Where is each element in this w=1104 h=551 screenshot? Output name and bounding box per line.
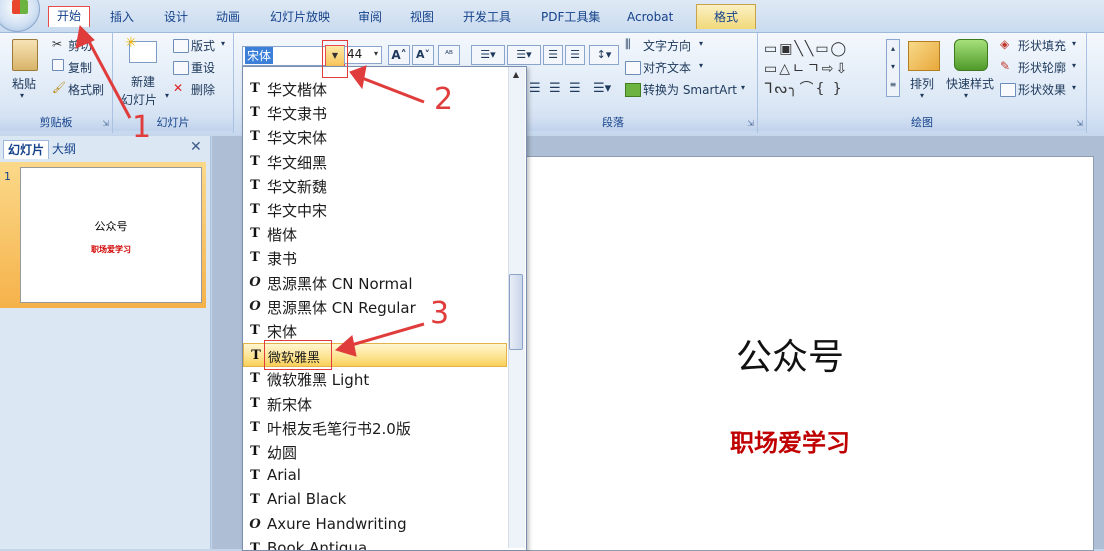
arrow-3-head: [334, 335, 357, 357]
arrow-1-shaft: [84, 35, 132, 119]
arrow-3-shaft: [347, 322, 425, 348]
annotation-arrows: [75, 24, 425, 357]
arrow-2-shaft: [361, 76, 425, 104]
arrow-2-head: [349, 65, 367, 90]
